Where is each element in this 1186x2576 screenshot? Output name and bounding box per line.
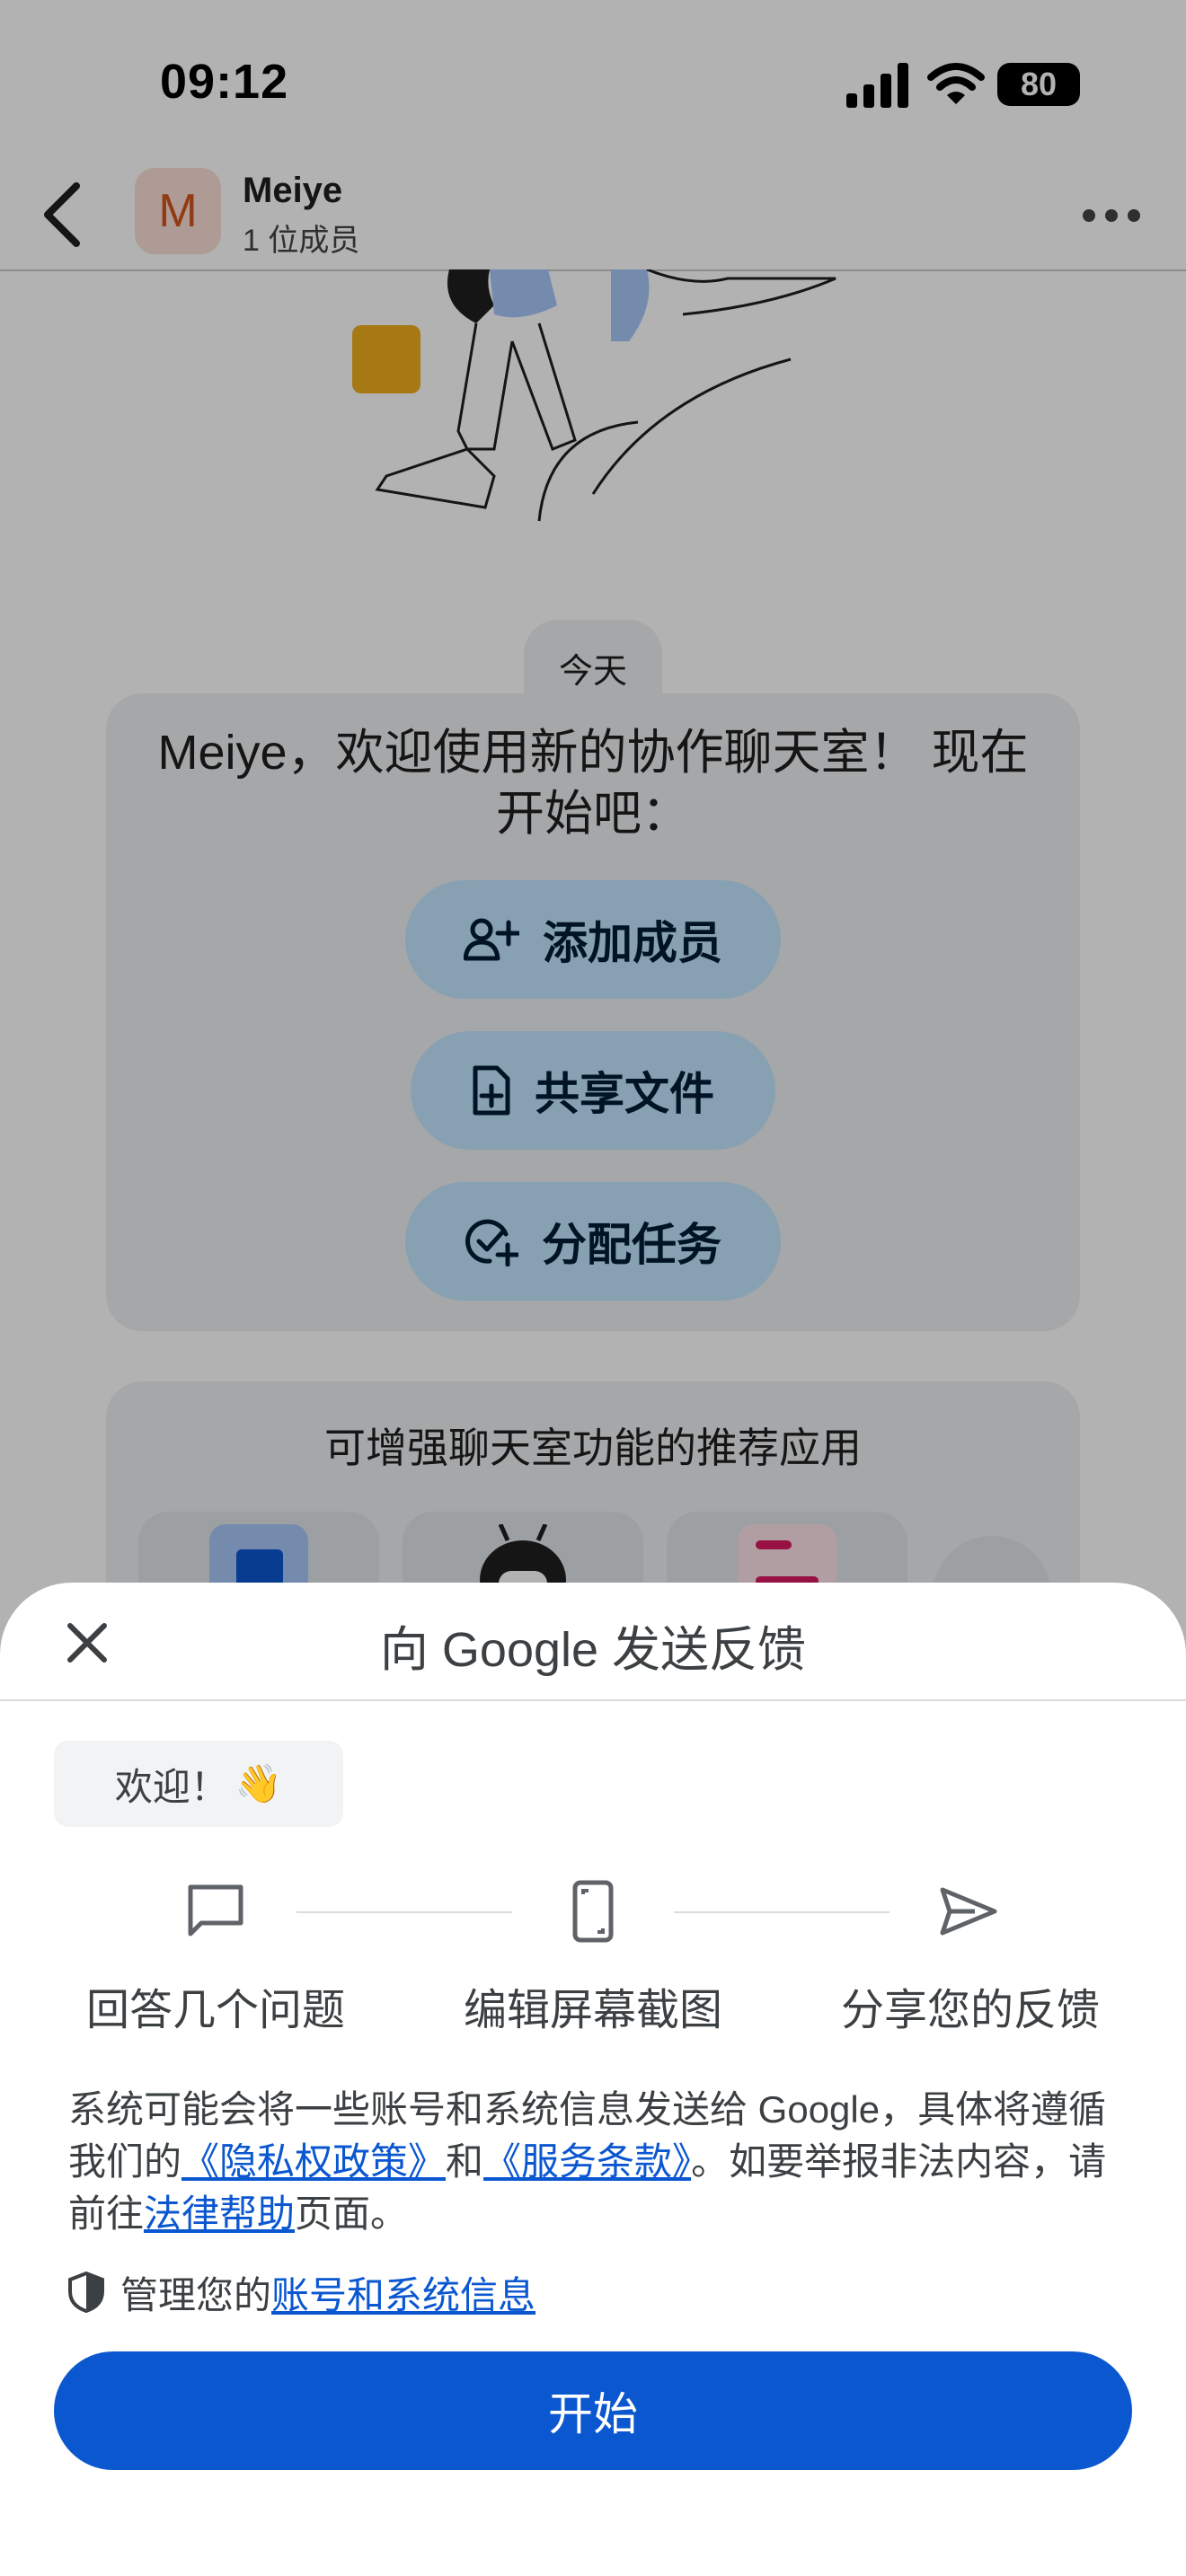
chat-bubble-icon [180, 1875, 252, 1947]
sheet-title: 向 Google 发送反馈 [379, 1623, 807, 1677]
screenshot-icon [557, 1875, 629, 1947]
send-icon [933, 1875, 1005, 1947]
manage-prefix: 管理您的 [120, 2273, 272, 2316]
step-connector [296, 1911, 512, 1913]
start-button[interactable]: 开始 [54, 2351, 1132, 2470]
disclaimer-text: 和 [446, 2140, 484, 2183]
feedback-steps: 回答几个问题 编辑屏幕截图 分享您的反馈 [0, 1875, 1186, 2034]
disclaimer-text: 页面。 [295, 2192, 409, 2235]
shield-icon [68, 2272, 104, 2313]
step-label-share: 分享您的反馈 [840, 1987, 1100, 2034]
feedback-sheet: 向 Google 发送反馈 欢迎！ 👋 回答几个问题 编辑屏幕截图 分享您的反馈… [0, 1583, 1186, 2576]
manage-info-row: 管理您的账号和系统信息 [68, 2265, 535, 2319]
privacy-disclaimer: 系统可能会将一些账号和系统信息发送给 Google，具体将遵循我们的《隐私权政策… [68, 2084, 1128, 2240]
step-label-screenshot: 编辑屏幕截图 [463, 1987, 722, 2034]
welcome-chip: 欢迎！ 👋 [54, 1741, 343, 1827]
step-label-questions: 回答几个问题 [85, 1987, 345, 2034]
legal-help-link[interactable]: 法律帮助 [144, 2192, 295, 2235]
welcome-chip-label: 欢迎！ [114, 1765, 228, 1808]
sheet-header: 向 Google 发送反馈 [0, 1583, 1186, 1701]
step-connector [674, 1911, 890, 1913]
terms-of-service-link[interactable]: 《服务条款》 [483, 2140, 691, 2183]
account-system-info-link[interactable]: 账号和系统信息 [271, 2274, 535, 2316]
privacy-policy-link[interactable]: 《隐私权政策》 [181, 2140, 446, 2183]
waving-hand-emoji: 👋 [235, 1761, 283, 1804]
